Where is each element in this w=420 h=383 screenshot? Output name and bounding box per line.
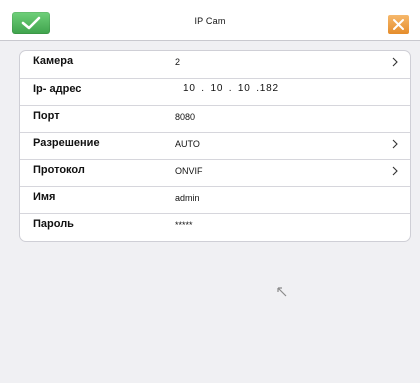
ip-address-label: Ip- адрес	[33, 83, 82, 95]
port-row[interactable]: Порт 8080	[20, 105, 410, 129]
title-bar: IP Cam	[0, 0, 420, 41]
ip-address-row[interactable]: Ip- адрес 10 . 10 . 10 .182	[20, 78, 410, 102]
password-label: Пароль	[33, 218, 74, 230]
password-field[interactable]: *****	[175, 220, 193, 230]
mouse-pointer-icon	[277, 287, 287, 297]
chevron-right-icon[interactable]	[390, 139, 400, 149]
port-label: Порт	[33, 110, 60, 122]
ip-address-field[interactable]: 10 . 10 . 10 .182	[183, 83, 279, 94]
port-field[interactable]: 8080	[175, 112, 195, 122]
username-field[interactable]: admin	[175, 193, 200, 203]
resolution-label: Разрешение	[33, 137, 100, 149]
password-row[interactable]: Пароль *****	[20, 213, 410, 237]
chevron-right-icon[interactable]	[390, 57, 400, 67]
username-label: Имя	[33, 191, 56, 203]
username-row[interactable]: Имя admin	[20, 186, 410, 210]
chevron-right-icon[interactable]	[390, 166, 400, 176]
settings-panel: Камера 2 Ip- адрес 10 . 10 . 10 .182 Пор…	[19, 50, 411, 242]
protocol-value: ONVIF	[175, 166, 203, 176]
protocol-row[interactable]: Протокол ONVIF	[20, 159, 410, 183]
camera-row[interactable]: Камера 2	[20, 51, 410, 74]
camera-value: 2	[175, 57, 181, 67]
protocol-label: Протокол	[33, 164, 85, 176]
window-title: IP Cam	[194, 16, 226, 26]
close-button[interactable]	[388, 15, 409, 34]
resolution-value: AUTO	[175, 139, 200, 149]
close-icon	[393, 19, 404, 30]
camera-label: Камера	[33, 55, 74, 67]
resolution-row[interactable]: Разрешение AUTO	[20, 132, 410, 156]
